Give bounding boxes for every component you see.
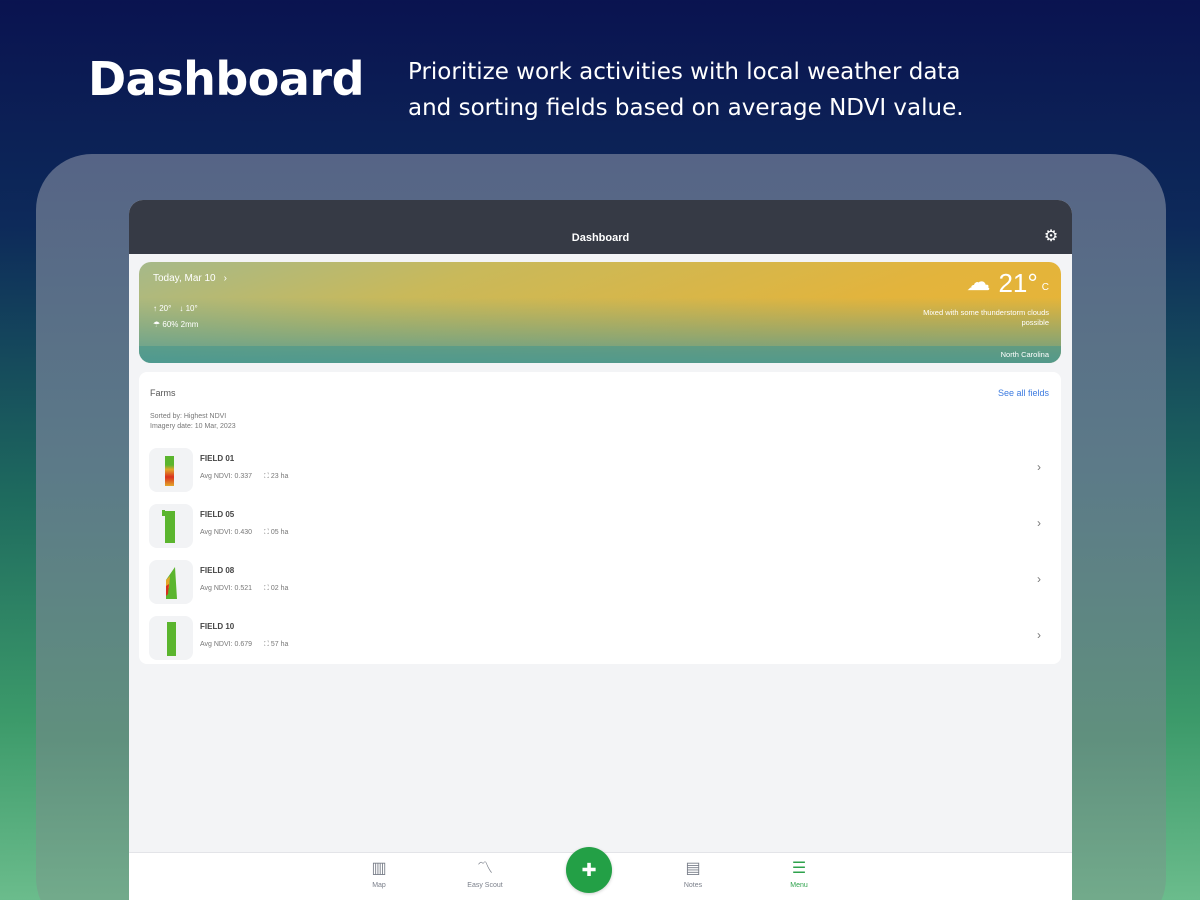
field-ndvi: Avg NDVI: 0.679 bbox=[200, 641, 253, 648]
see-all-fields-link[interactable]: See all fields bbox=[998, 388, 1049, 398]
field-area-wrap: ⛶ 02 ha bbox=[264, 585, 288, 593]
weather-card[interactable]: Today, Mar 10 › ↑ 20° ↓ 10° ☂ 60% 2mm ☁ 2… bbox=[139, 262, 1061, 363]
field-row[interactable]: FIELD 08 Avg NDVI: 0.521 ⛶ 02 ha › bbox=[147, 558, 1053, 608]
field-area: 57 ha bbox=[270, 641, 289, 648]
arrow-down-icon: ↓ bbox=[179, 304, 184, 313]
chevron-right-icon: › bbox=[1037, 460, 1041, 474]
field-name: FIELD 08 bbox=[200, 566, 235, 575]
notes-icon: ▤ bbox=[685, 860, 701, 877]
farms-card: Farms See all fields Sorted by: Highest … bbox=[139, 372, 1061, 664]
nav-label: Map bbox=[372, 882, 386, 889]
add-note-icon: ✚ bbox=[581, 860, 597, 880]
field-area: 05 ha bbox=[270, 529, 289, 536]
chevron-right-icon: › bbox=[1037, 516, 1041, 530]
gear-icon[interactable]: ⚙ bbox=[1042, 228, 1060, 246]
cloud-thunder-icon: ☁ bbox=[966, 269, 991, 296]
field-row[interactable]: FIELD 05 Avg NDVI: 0.430 ⛶ 05 ha › bbox=[147, 502, 1053, 552]
field-shape-fragment bbox=[162, 510, 165, 516]
weather-date-link[interactable]: Today, Mar 10 › bbox=[153, 273, 227, 284]
temp-unit: C bbox=[1041, 282, 1049, 293]
app-screen: Dashboard ⚙ Today, Mar 10 › ↑ 20° ↓ 10° ☂… bbox=[129, 200, 1072, 900]
area-icon: ⛶ bbox=[264, 529, 269, 536]
temp-low: ↓ 10° bbox=[179, 304, 197, 313]
temp-high: ↑ 20° bbox=[153, 304, 171, 313]
field-area-wrap: ⛶ 57 ha bbox=[264, 641, 288, 649]
nav-easy-scout[interactable]: 〽 Easy Scout bbox=[455, 859, 515, 889]
temp-low-value: 10° bbox=[185, 304, 198, 313]
precipitation: ☂ 60% 2mm bbox=[153, 320, 198, 329]
map-icon: ▥ bbox=[371, 860, 387, 877]
nav-label: Menu bbox=[790, 882, 808, 889]
area-icon: ⛶ bbox=[264, 473, 269, 480]
field-thumbnail bbox=[149, 448, 193, 492]
field-shape bbox=[165, 456, 174, 486]
arrow-up-icon: ↑ bbox=[153, 304, 157, 313]
field-meta: Avg NDVI: 0.430 ⛶ 05 ha bbox=[200, 529, 288, 537]
field-shape bbox=[166, 567, 177, 599]
field-area: 23 ha bbox=[270, 473, 289, 480]
field-row[interactable]: FIELD 01 Avg NDVI: 0.337 ⛶ 23 ha › bbox=[147, 446, 1053, 496]
nav-map[interactable]: ▥ Map bbox=[349, 859, 409, 889]
field-name: FIELD 05 bbox=[200, 510, 235, 519]
precip-value: 60% 2mm bbox=[162, 320, 199, 329]
field-ndvi: Avg NDVI: 0.337 bbox=[200, 473, 253, 480]
field-name: FIELD 10 bbox=[200, 622, 235, 631]
farms-title: Farms bbox=[150, 388, 176, 398]
hero-title: Dashboard bbox=[88, 52, 365, 106]
weather-conditions: Mixed with some thunderstorm clouds poss… bbox=[923, 308, 1049, 327]
field-ndvi: Avg NDVI: 0.521 bbox=[200, 585, 253, 592]
field-row[interactable]: FIELD 10 Avg NDVI: 0.679 ⛶ 57 ha › bbox=[147, 614, 1053, 664]
field-area: 02 ha bbox=[270, 585, 289, 592]
bottom-nav: ▥ Map 〽 Easy Scout ✚ ▤ Notes ☰ Menu bbox=[129, 847, 1072, 900]
rain-icon: ☂ bbox=[153, 320, 161, 329]
field-meta: Avg NDVI: 0.337 ⛶ 23 ha bbox=[200, 473, 288, 481]
temp-range: ↑ 20° ↓ 10° bbox=[153, 304, 198, 313]
imagery-date: Imagery date: 10 Mar, 2023 bbox=[150, 423, 236, 430]
sort-info: Sorted by: Highest NDVI Imagery date: 10… bbox=[150, 412, 236, 432]
nav-menu[interactable]: ☰ Menu bbox=[769, 859, 829, 889]
top-bar: Dashboard ⚙ bbox=[129, 200, 1072, 254]
field-name: FIELD 01 bbox=[200, 454, 235, 463]
sorted-by: Sorted by: Highest NDVI bbox=[150, 413, 227, 420]
scout-icon: 〽 bbox=[476, 860, 493, 877]
temp-high-value: 20° bbox=[159, 304, 172, 313]
chevron-right-icon: › bbox=[223, 273, 227, 284]
area-icon: ⛶ bbox=[264, 585, 269, 592]
weather-location: North Carolina bbox=[1000, 350, 1049, 359]
field-ndvi: Avg NDVI: 0.430 bbox=[200, 529, 253, 536]
add-note-button[interactable]: ✚ bbox=[566, 847, 612, 893]
hero-description: Prioritize work activities with local we… bbox=[408, 59, 964, 121]
field-thumbnail bbox=[149, 504, 193, 548]
current-temperature: ☁ 21° C bbox=[966, 268, 1049, 299]
field-shape bbox=[165, 511, 175, 543]
nav-notes[interactable]: ▤ Notes bbox=[663, 859, 723, 889]
field-thumbnail bbox=[149, 560, 193, 604]
field-thumbnail bbox=[149, 616, 193, 660]
field-area-wrap: ⛶ 23 ha bbox=[264, 473, 288, 481]
area-icon: ⛶ bbox=[264, 641, 269, 648]
field-meta: Avg NDVI: 0.679 ⛶ 57 ha bbox=[200, 641, 288, 649]
field-meta: Avg NDVI: 0.521 ⛶ 02 ha bbox=[200, 585, 288, 593]
chevron-right-icon: › bbox=[1037, 572, 1041, 586]
location-strip: North Carolina bbox=[139, 346, 1061, 363]
field-area-wrap: ⛶ 05 ha bbox=[264, 529, 288, 537]
chevron-right-icon: › bbox=[1037, 628, 1041, 642]
field-shape bbox=[167, 622, 176, 656]
weather-date: Today, Mar 10 bbox=[153, 273, 216, 284]
menu-icon: ☰ bbox=[791, 860, 807, 877]
nav-label: Easy Scout bbox=[467, 882, 503, 889]
nav-label: Notes bbox=[683, 882, 703, 889]
page-title: Dashboard bbox=[571, 232, 630, 244]
temp-value: 21° bbox=[998, 268, 1038, 298]
